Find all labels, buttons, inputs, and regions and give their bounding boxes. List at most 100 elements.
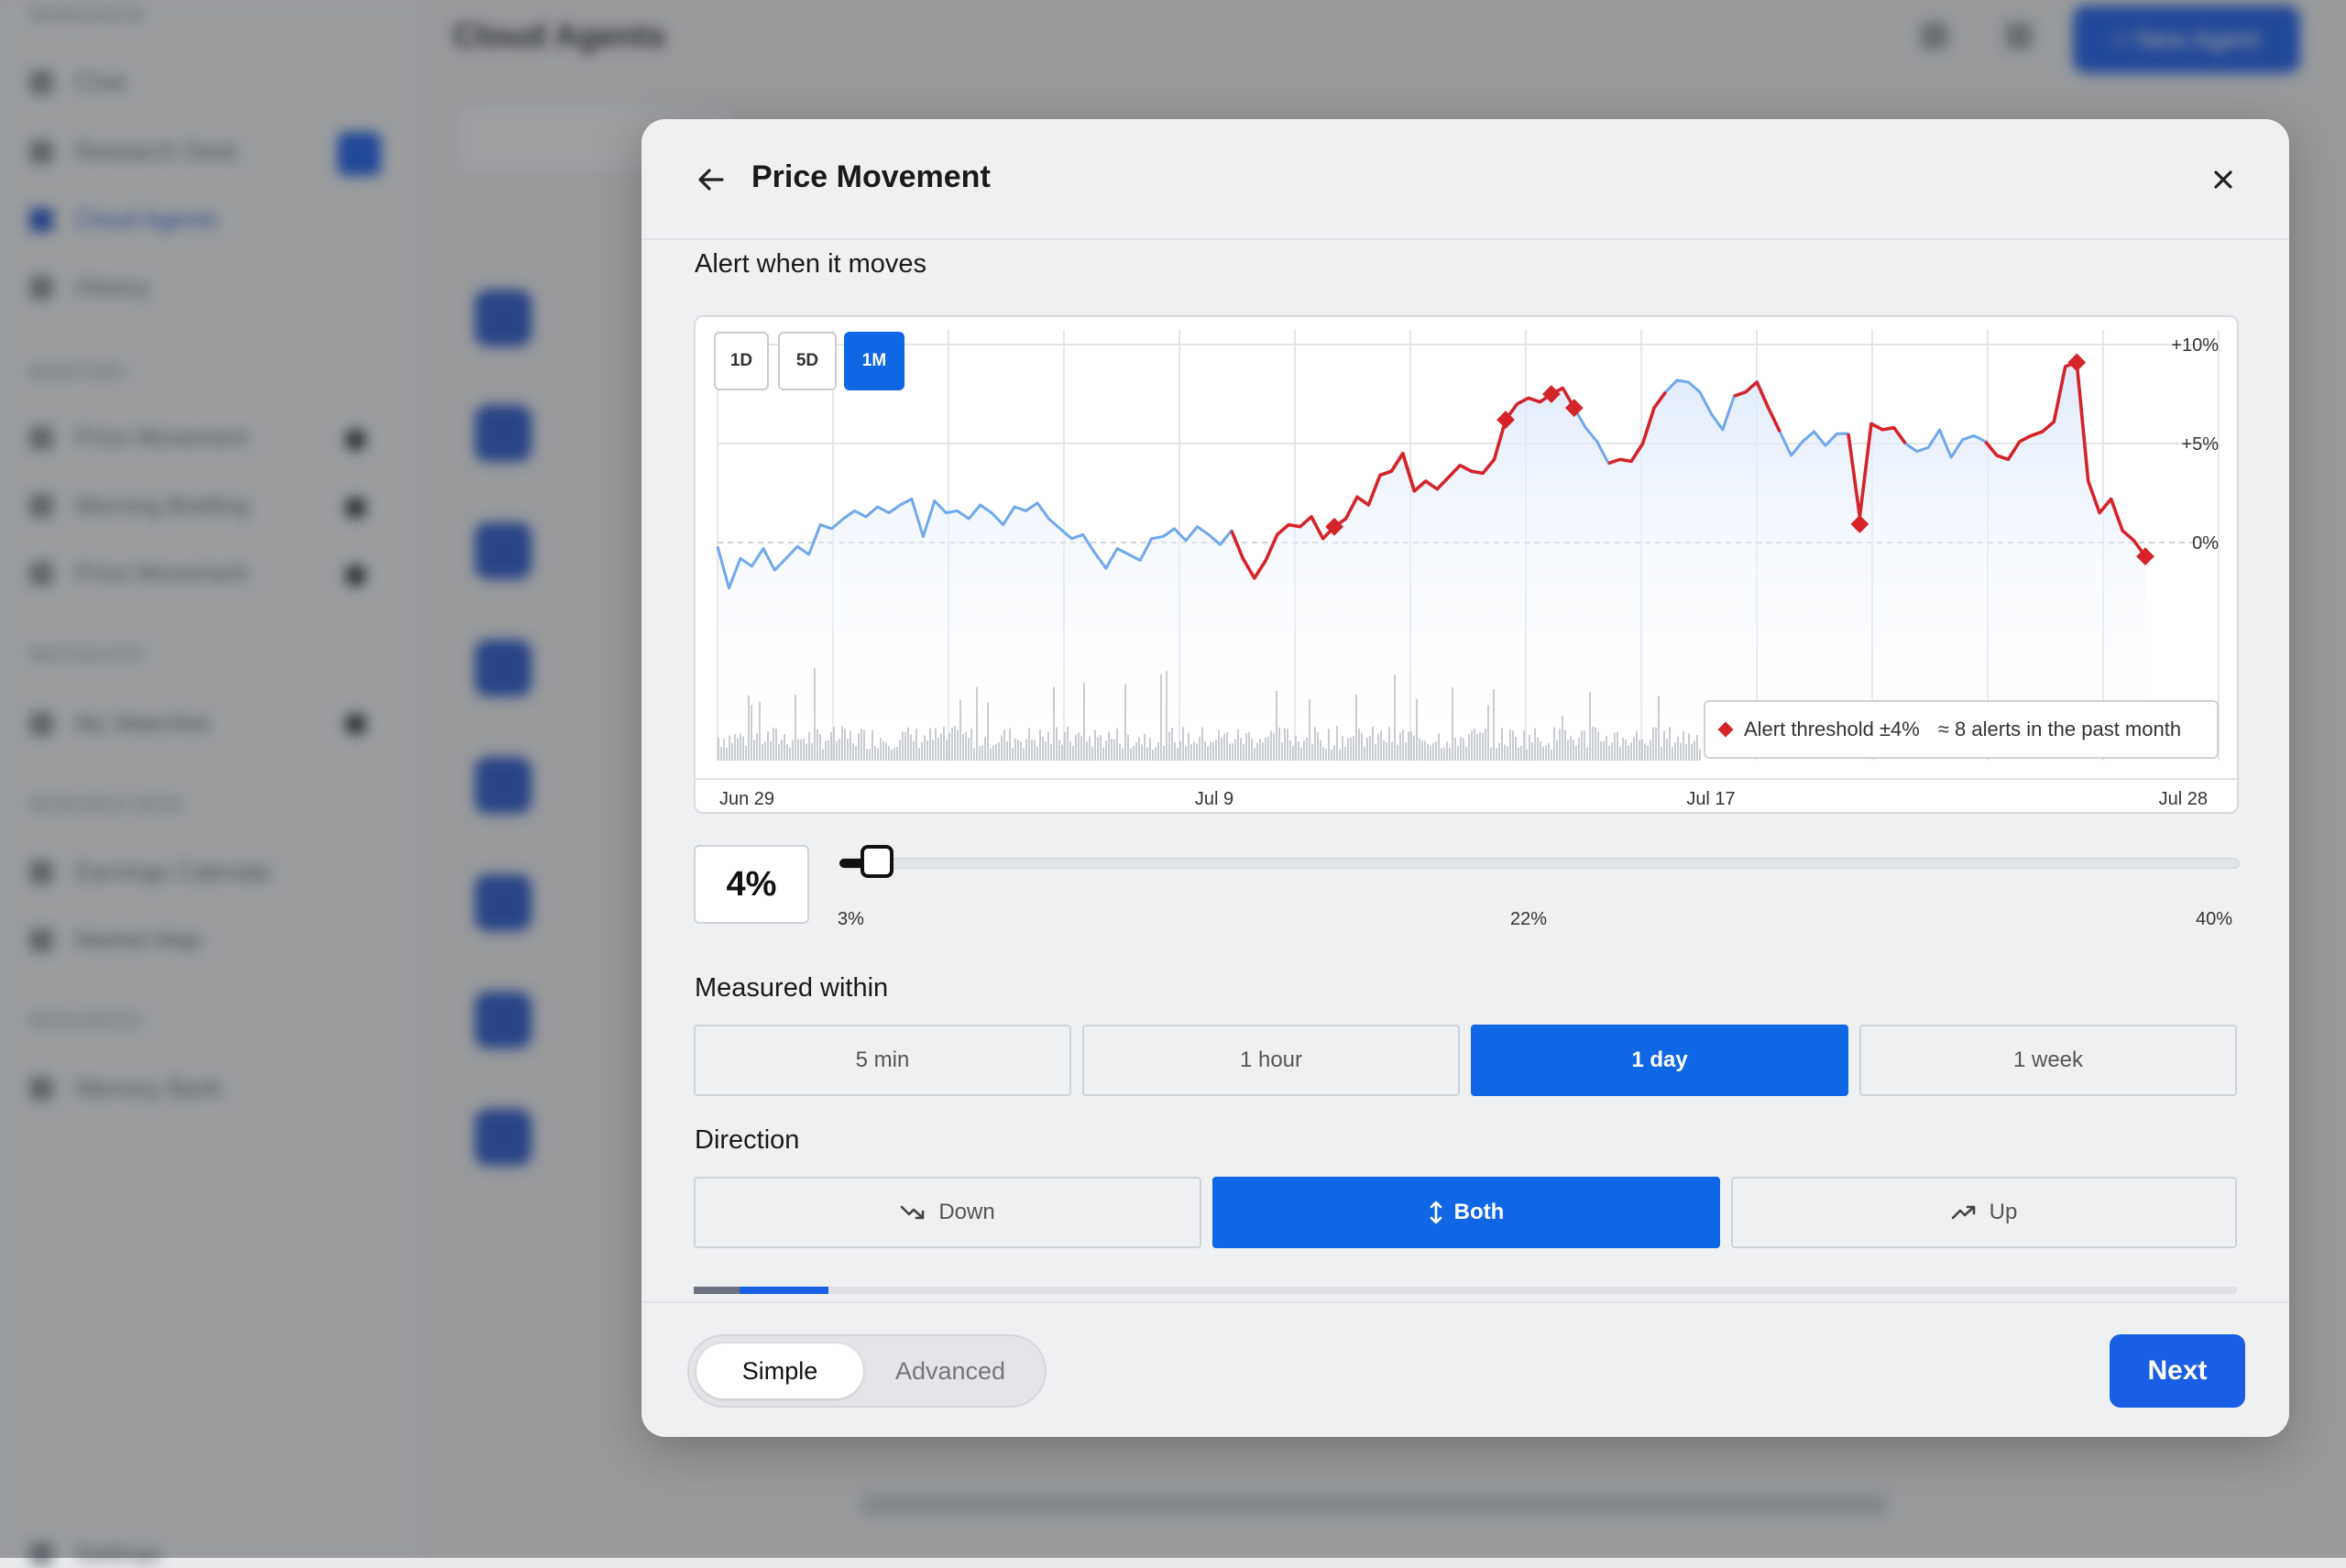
volume-bar bbox=[1146, 747, 1148, 761]
volume-bar bbox=[1584, 730, 1585, 761]
volume-bar bbox=[1188, 732, 1189, 761]
volume-bar bbox=[1127, 735, 1129, 761]
volume-bar bbox=[1342, 736, 1343, 761]
volume-bar bbox=[1303, 740, 1305, 761]
volume-bar bbox=[1135, 741, 1137, 761]
volume-bar bbox=[979, 745, 981, 761]
volume-bar bbox=[1512, 730, 1514, 761]
direction-down-button[interactable]: Down bbox=[694, 1177, 1201, 1248]
volume-bar bbox=[1003, 729, 1005, 761]
volume-bar bbox=[1559, 729, 1561, 761]
volume-bar bbox=[773, 727, 774, 761]
volume-bar bbox=[1595, 727, 1596, 761]
volume-bar bbox=[1606, 736, 1607, 761]
volume-bar bbox=[981, 745, 983, 761]
volume-bar bbox=[1144, 733, 1146, 761]
range-1m-button[interactable]: 1M bbox=[844, 332, 904, 390]
volume-bar bbox=[1531, 741, 1533, 761]
direction-up-label: Up bbox=[1989, 1200, 2018, 1224]
wizard-progress-track bbox=[694, 1287, 2237, 1294]
volume-bar bbox=[1218, 729, 1220, 761]
volume-bar bbox=[1548, 742, 1550, 761]
volume-bar bbox=[1339, 749, 1341, 761]
close-icon bbox=[2214, 170, 2232, 189]
volume-bar bbox=[1636, 730, 1638, 761]
volume-bar bbox=[1097, 737, 1099, 761]
window-1week-button[interactable]: 1 week bbox=[1859, 1025, 2237, 1096]
direction-both-button[interactable]: Both bbox=[1212, 1177, 1720, 1248]
volume-bar bbox=[753, 740, 755, 761]
arrow-left-icon bbox=[698, 169, 724, 191]
close-button[interactable] bbox=[2209, 165, 2238, 194]
volume-bar bbox=[1361, 732, 1363, 761]
volume-bar bbox=[1050, 744, 1052, 761]
volume-bar bbox=[872, 729, 873, 761]
volume-bar bbox=[1207, 746, 1209, 761]
volume-bar bbox=[806, 743, 807, 761]
threshold-slider-handle[interactable] bbox=[861, 845, 894, 878]
volume-bar bbox=[1314, 727, 1316, 761]
volume-bar bbox=[1570, 735, 1572, 761]
volume-bar bbox=[891, 749, 893, 761]
volume-bar bbox=[1262, 741, 1264, 761]
x-tick-label: Jul 9 bbox=[1195, 789, 1233, 809]
window-1hour-button[interactable]: 1 hour bbox=[1082, 1025, 1460, 1096]
range-5d-button[interactable]: 5D bbox=[778, 332, 837, 390]
alert-label: Alert when it moves bbox=[695, 249, 927, 279]
volume-bar bbox=[896, 747, 898, 761]
volume-bar bbox=[946, 740, 948, 761]
volume-bar bbox=[1644, 743, 1646, 761]
volume-bar bbox=[1410, 731, 1412, 761]
volume-bar bbox=[1017, 740, 1019, 761]
window-5min-button[interactable]: 5 min bbox=[694, 1025, 1071, 1096]
slider-mid-label: 22% bbox=[1510, 909, 1548, 929]
range-1d-button[interactable]: 1D bbox=[714, 332, 769, 390]
volume-bar bbox=[1155, 747, 1157, 761]
volume-bar bbox=[1133, 745, 1135, 761]
volume-bar bbox=[1210, 741, 1211, 761]
volume-bar bbox=[1672, 747, 1673, 761]
volume-bar bbox=[1223, 733, 1225, 761]
volume-bar bbox=[1419, 738, 1420, 761]
volume-bar bbox=[880, 738, 882, 761]
volume-bar bbox=[1529, 734, 1530, 761]
volume-bar bbox=[1438, 733, 1440, 761]
measured-within-label: Measured within bbox=[695, 973, 889, 1003]
volume-bar bbox=[811, 742, 813, 761]
volume-bar bbox=[1694, 740, 1695, 761]
simple-mode-button[interactable]: Simple bbox=[696, 1343, 863, 1398]
volume-bar bbox=[1163, 745, 1165, 761]
volume-bar bbox=[1276, 690, 1277, 761]
volume-bar bbox=[817, 729, 818, 761]
chart-legend: Alert threshold ±4% ≈ 8 alerts in the pa… bbox=[1704, 700, 2219, 759]
advanced-mode-button[interactable]: Advanced bbox=[863, 1343, 1037, 1398]
volume-bar bbox=[987, 702, 989, 761]
threshold-value[interactable]: 4% bbox=[694, 845, 809, 924]
threshold-slider-track[interactable] bbox=[839, 858, 2240, 869]
volume-bar bbox=[1350, 738, 1352, 761]
window-1day-button[interactable]: 1 day bbox=[1471, 1025, 1848, 1096]
volume-bar bbox=[1295, 736, 1297, 761]
volume-bar bbox=[1647, 745, 1649, 761]
volume-bar bbox=[1199, 737, 1200, 761]
volume-bar bbox=[1212, 741, 1214, 761]
volume-bar bbox=[852, 743, 854, 761]
volume-bar bbox=[759, 701, 761, 761]
volume-bar bbox=[745, 745, 747, 761]
volume-bar bbox=[1006, 741, 1008, 761]
volume-bar bbox=[1661, 746, 1662, 761]
volume-bar bbox=[1289, 740, 1291, 761]
direction-up-button[interactable]: Up bbox=[1731, 1177, 2237, 1248]
volume-bar bbox=[1482, 732, 1484, 761]
volume-bar bbox=[784, 734, 785, 761]
next-button[interactable]: Next bbox=[2110, 1334, 2245, 1408]
volume-bar bbox=[1014, 738, 1016, 761]
volume-bar bbox=[1685, 743, 1687, 761]
y-tick-label: +10% bbox=[2171, 335, 2219, 356]
volume-bar bbox=[1300, 747, 1302, 761]
back-button[interactable] bbox=[693, 161, 729, 198]
volume-bar bbox=[1130, 748, 1132, 761]
volume-bar bbox=[1265, 738, 1266, 761]
volume-bar bbox=[720, 746, 722, 761]
volume-bar bbox=[918, 748, 920, 761]
